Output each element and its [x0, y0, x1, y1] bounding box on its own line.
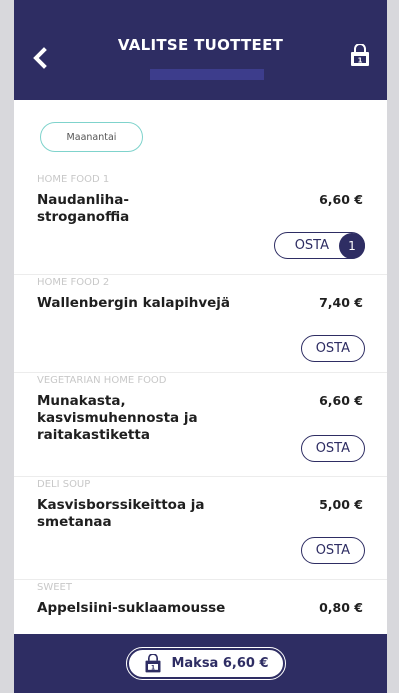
list-item: DELI SOUP Kasvisborssikeittoa ja smetana… — [14, 477, 387, 580]
pay-button[interactable]: 1 Maksa 6,60 € — [126, 647, 286, 680]
item-count-badge: 1 — [339, 232, 365, 259]
item-category: HOME FOOD 2 — [37, 277, 110, 288]
svg-text:1: 1 — [358, 57, 363, 65]
item-name: Appelsiini-suklaamousse — [37, 600, 226, 616]
item-category: SWEET — [37, 582, 72, 593]
buy-button[interactable]: OSTA — [300, 335, 365, 362]
item-name: Naudanliha-stroganoffia — [37, 192, 130, 225]
item-price: 0,80 € — [319, 600, 363, 615]
item-category: DELI SOUP — [37, 479, 91, 490]
buy-button-label: OSTA — [315, 441, 350, 456]
page-title: VALITSE TUOTTEET — [117, 36, 284, 54]
shopping-bag-icon: 1 — [351, 43, 369, 66]
item-price: 6,60 € — [319, 393, 363, 408]
buy-button[interactable]: OSTA — [300, 537, 365, 564]
app-screen: VALITSE TUOTTEET 1 Maanantai HOME FOOD 1… — [14, 0, 387, 693]
footer-bar: 1 Maksa 6,60 € — [14, 634, 387, 693]
list-item: HOME FOOD 1 Naudanliha-stroganoffia 6,60… — [14, 172, 387, 275]
product-list: Maanantai HOME FOOD 1 Naudanliha-strogan… — [14, 100, 387, 634]
item-category: VEGETARIAN HOME FOOD — [37, 375, 167, 386]
item-name: Munakasta, kasvismuhennosta ja raitakast… — [37, 393, 198, 443]
day-filter-chip[interactable]: Maanantai — [40, 122, 143, 152]
header-subtitle-bar — [150, 69, 264, 80]
item-price: 7,40 € — [319, 295, 363, 310]
item-category: HOME FOOD 1 — [37, 174, 110, 185]
item-price: 5,00 € — [319, 497, 363, 512]
header: VALITSE TUOTTEET 1 — [14, 0, 387, 100]
list-item: VEGETARIAN HOME FOOD Munakasta, kasvismu… — [14, 373, 387, 477]
item-name: Kasvisborssikeittoa ja smetanaa — [37, 497, 205, 530]
buy-button-label: OSTA — [315, 341, 350, 356]
cart-button[interactable]: 1 — [349, 43, 373, 70]
buy-button-label: OSTA — [294, 238, 329, 253]
shopping-bag-icon: 1 — [145, 653, 161, 672]
buy-button-label: OSTA — [315, 543, 350, 558]
item-name: Wallenbergin kalapihvejä — [37, 295, 231, 311]
item-price: 6,60 € — [319, 192, 363, 207]
list-item: HOME FOOD 2 Wallenbergin kalapihvejä 7,4… — [14, 275, 387, 373]
list-item: SWEET Appelsiini-suklaamousse 0,80 € — [14, 580, 387, 634]
buy-button[interactable]: OSTA — [300, 435, 365, 462]
pay-button-label: Maksa 6,60 € — [171, 656, 269, 671]
buy-button[interactable]: OSTA 1 — [273, 232, 365, 259]
svg-text:1: 1 — [151, 665, 155, 671]
